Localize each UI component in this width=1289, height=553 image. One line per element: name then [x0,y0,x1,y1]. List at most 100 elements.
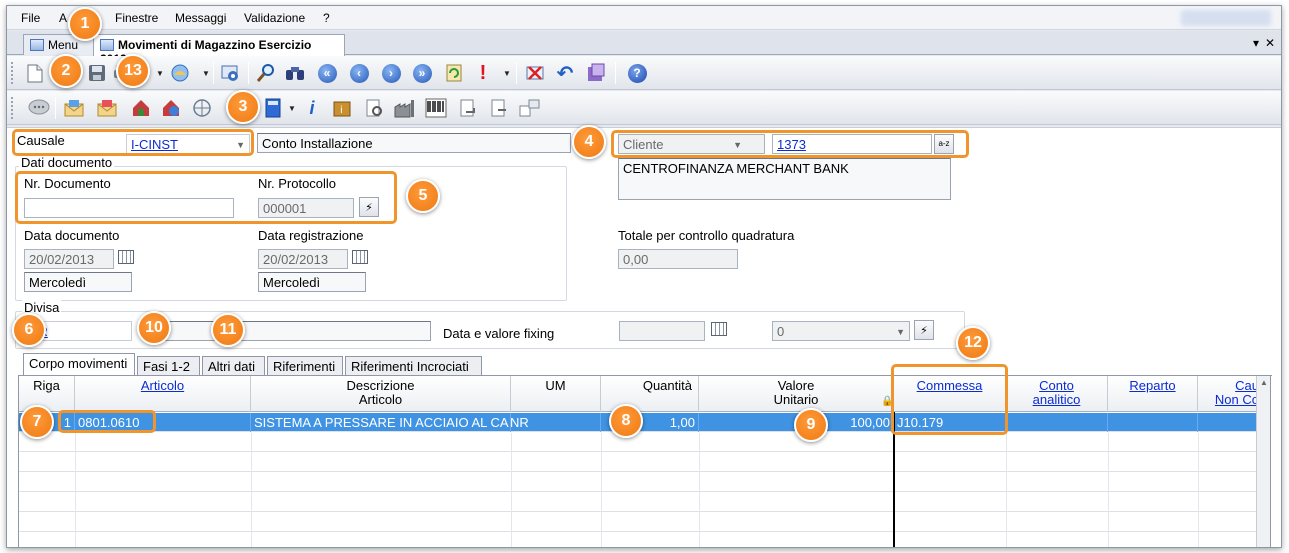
menu-archivi[interactable]: A [59,11,67,25]
grid-vertical-scrollbar[interactable]: ▲ [1256,376,1270,547]
cliente-name: CENTROFINANZA MERCHANT BANK [618,158,951,200]
empty-row[interactable] [19,453,1270,472]
print-dropdown-icon[interactable]: ▼ [156,69,164,78]
preview-dropdown-icon[interactable]: ▼ [202,69,210,78]
settings-icon[interactable] [219,62,241,84]
empty-row[interactable] [19,533,1270,547]
data-registrazione-input[interactable]: 20/02/2013 [258,249,348,269]
mail-icon[interactable] [63,97,85,119]
first-record-icon[interactable]: « [316,62,338,84]
cell-reparto[interactable] [1108,413,1198,432]
empty-row[interactable] [19,433,1270,452]
col-descrizione[interactable]: Descrizione Articolo [251,376,511,412]
info-box-icon[interactable]: i [331,97,353,119]
fixing-calendar-icon[interactable] [711,322,727,336]
toolbar-grip[interactable] [11,97,14,119]
tab-corpo-movimenti[interactable]: Corpo movimenti [23,353,135,376]
col-reparto[interactable]: Reparto [1108,376,1198,412]
alert-icon[interactable]: ! [472,62,494,84]
previous-record-icon[interactable]: ‹ [348,62,370,84]
calculator-dropdown-icon[interactable]: ▼ [288,104,296,113]
callout-3: 3 [226,90,260,124]
delete-icon[interactable] [524,62,546,84]
data-documento-label: Data documento [24,228,120,243]
fixing-date-input[interactable] [619,321,705,341]
movimenti-grid: Riga Articolo Descrizione Articolo UM Qu… [18,375,1271,547]
info-icon[interactable]: i [301,97,323,119]
save-icon[interactable] [86,62,108,84]
data-documento-calendar-icon[interactable] [118,250,134,264]
menu-finestre[interactable]: Finestre [115,11,158,25]
tab-riferimenti[interactable]: Riferimenti [267,356,343,376]
next-record-icon[interactable]: › [380,62,402,84]
callout-6: 6 [12,313,46,347]
totale-input[interactable]: 0,00 [618,249,738,269]
tab-fasi-1-2[interactable]: Fasi 1-2 [137,356,200,376]
cell-um[interactable]: NR [507,413,601,432]
mail-open-icon[interactable] [96,97,118,119]
plugin-icon[interactable] [585,62,607,84]
home-icon[interactable] [130,97,152,119]
fixing-lightning-icon[interactable]: ⚡ [914,320,934,340]
last-record-icon[interactable]: » [411,62,433,84]
menu-tab-icon [30,39,44,51]
tab-riferimenti-incrociati[interactable]: Riferimenti Incrociati [345,356,482,376]
callout-12: 12 [956,326,990,360]
transfer-icon[interactable] [519,97,541,119]
grid-line [1198,433,1199,547]
grid-line [699,433,700,547]
data-documento-input[interactable]: 20/02/2013 [24,249,114,269]
calculator-icon[interactable] [262,97,284,119]
undo-icon[interactable]: ↶ [554,62,576,85]
callout-2: 2 [49,54,83,88]
alert-dropdown-icon[interactable]: ▼ [503,69,511,78]
toolbar-grip[interactable] [11,62,14,84]
scanner-icon[interactable] [363,97,385,119]
search-icon[interactable] [255,62,277,84]
comment-icon[interactable] [28,97,50,119]
export-icon[interactable] [488,97,510,119]
col-causale-non-contab[interactable]: Cau Non Co [1198,376,1260,412]
import-icon[interactable] [457,97,479,119]
tab-list-dropdown-icon[interactable]: ▾ [1253,36,1259,50]
help-icon[interactable]: ? [626,62,648,84]
barcode-icon[interactable] [425,97,447,119]
cell-descrizione[interactable]: SISTEMA A PRESSARE IN ACCIAIO AL CA [251,413,511,432]
fixing-dropdown-icon[interactable]: ▼ [896,327,905,337]
col-conto-analitico[interactable]: Conto analitico [1006,376,1108,412]
tab-movimenti[interactable]: Movimenti di Magazzino Esercizio 2013 [93,34,345,66]
globe-icon[interactable] [191,97,213,119]
empty-row[interactable] [19,493,1270,512]
callout-1: 1 [68,7,102,41]
menu-validazione[interactable]: Validazione [244,11,305,25]
factory-icon[interactable] [394,97,416,119]
grid-line [511,433,512,547]
empty-row[interactable] [19,513,1270,532]
refresh-icon[interactable] [443,62,465,84]
data-registrazione-calendar-icon[interactable] [352,250,368,264]
causale-description: Conto Installazione [257,133,571,153]
fixing-value-input[interactable]: 0 ▼ [772,321,910,341]
menu-messaggi[interactable]: Messaggi [175,11,226,25]
col-valore-unitario[interactable]: Valore Unitario [699,376,894,412]
col-um[interactable]: UM [511,376,601,412]
menu-file[interactable]: File [21,11,40,25]
cell-cau[interactable] [1198,413,1260,432]
scroll-up-icon[interactable]: ▲ [1260,378,1268,387]
binoculars-icon[interactable] [284,62,306,84]
empty-row[interactable] [19,473,1270,492]
highlight-commessa [891,364,1008,435]
data-documento-day: Mercoledì [24,272,132,292]
menu-help[interactable]: ? [323,11,330,25]
data-registrazione-day: Mercoledì [258,272,366,292]
user-info-blurred [1181,10,1271,26]
cell-conto[interactable] [1006,413,1108,432]
table-row[interactable]: 1 0801.0610 SISTEMA A PRESSARE IN ACCIAI… [19,413,1270,432]
new-document-icon[interactable] [24,62,46,84]
callout-5: 5 [406,179,440,213]
col-articolo[interactable]: Articolo [75,376,251,412]
home-globe-icon[interactable] [160,97,182,119]
preview-icon[interactable] [169,62,191,84]
tab-altri-dati[interactable]: Altri dati [202,356,265,376]
tab-close-icon[interactable]: ✕ [1265,36,1275,50]
